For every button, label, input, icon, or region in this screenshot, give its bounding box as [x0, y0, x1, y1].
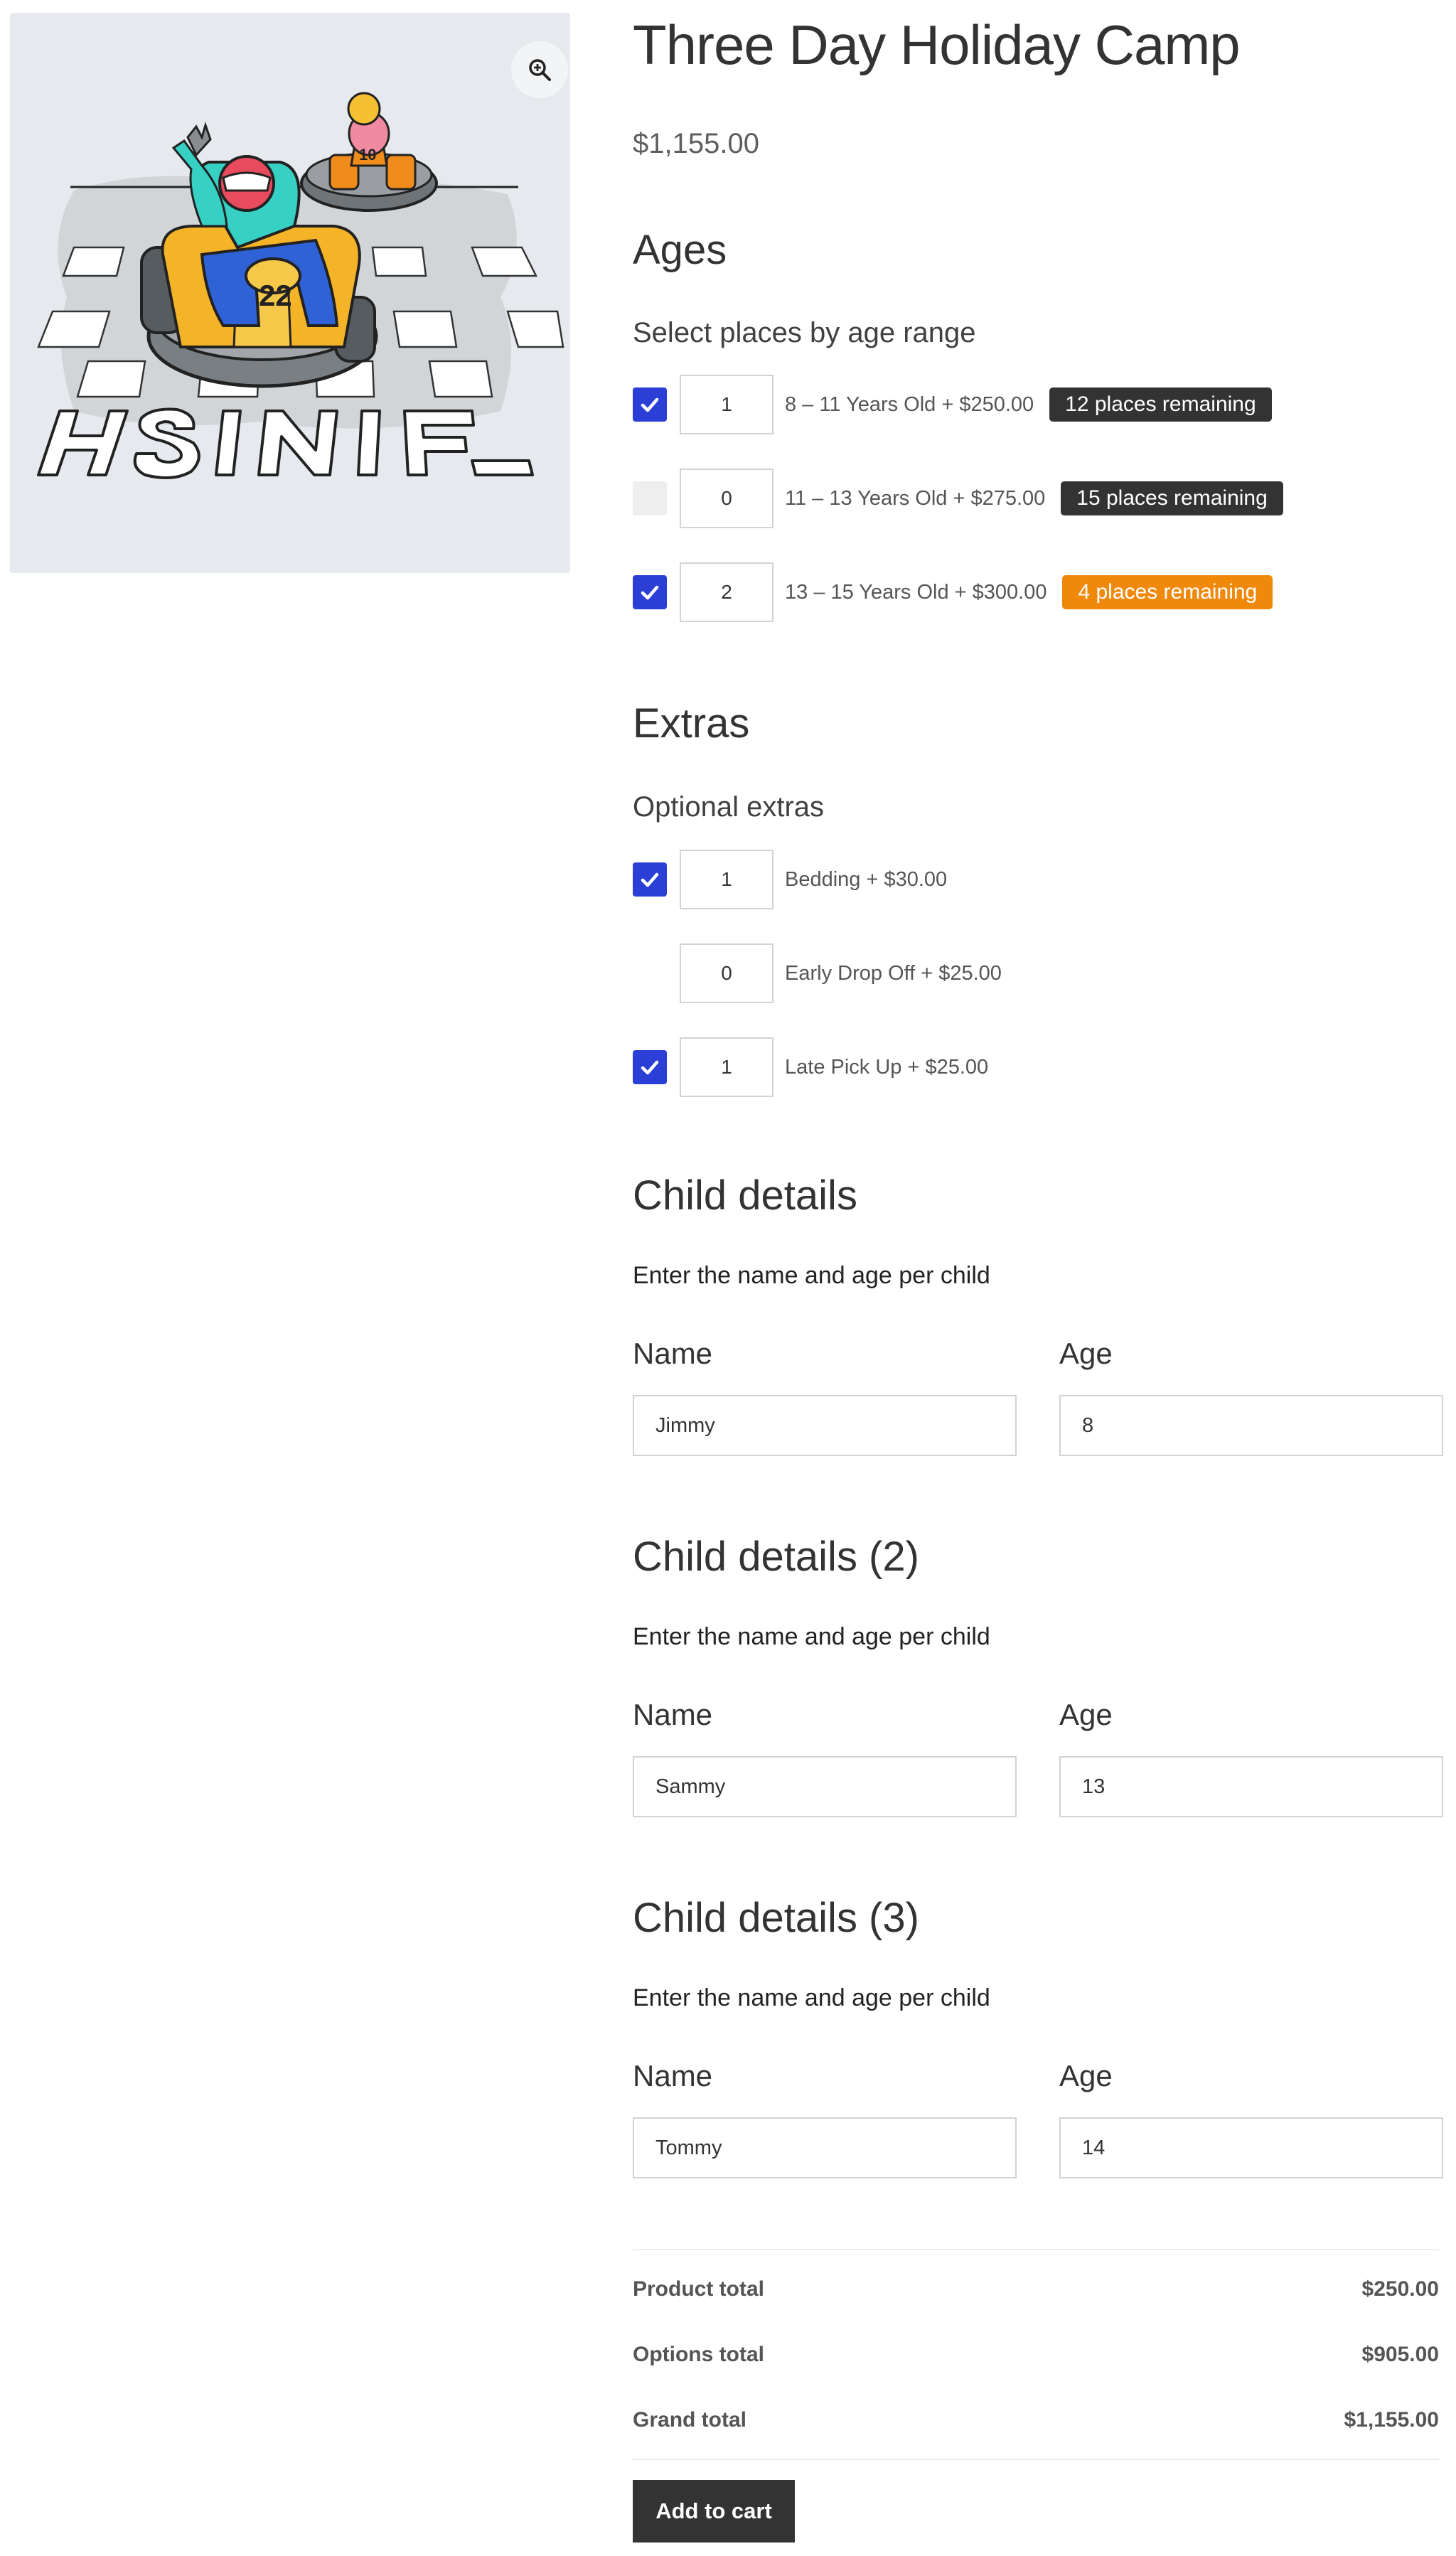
name-label: Name [633, 2059, 713, 2092]
places-remaining-badge: 12 places remaining [1049, 387, 1272, 422]
grand-total-label: Grand total [633, 2408, 747, 2432]
extras-heading: Extras [633, 700, 750, 747]
age-option-row: 8 – 11 Years Old + $250.00 12 places rem… [633, 375, 1272, 434]
checkmark-icon [641, 585, 659, 600]
grand-total-row: Grand total $1,155.00 [633, 2399, 1439, 2442]
places-remaining-badge: 4 places remaining [1062, 575, 1273, 609]
name-label: Name [633, 1337, 713, 1370]
age-label: Age [1059, 1698, 1113, 1731]
product-total-row: Product total $250.00 [633, 2268, 1439, 2311]
child-details-heading: Child details (2) [633, 1534, 919, 1580]
child-name-input[interactable] [633, 2117, 1017, 2178]
extra-option-checkbox[interactable] [633, 1050, 667, 1084]
extra-option-label: Bedding + $30.00 [785, 867, 948, 891]
age-label: Age [1059, 1337, 1113, 1370]
checkmark-icon [641, 397, 659, 412]
child-name-input[interactable] [633, 1395, 1017, 1456]
extra-option-quantity[interactable] [680, 943, 774, 1003]
product-image[interactable]: 10 22 [10, 13, 570, 573]
age-option-quantity[interactable] [680, 375, 774, 434]
child-details-heading: Child details (3) [633, 1895, 919, 1941]
add-to-cart-button[interactable]: Add to cart [633, 2480, 795, 2542]
extra-option-quantity[interactable] [680, 850, 774, 909]
age-label: Age [1059, 2059, 1113, 2092]
child-name-input[interactable] [633, 1756, 1017, 1817]
extra-option-row: Early Drop Off + $25.00 [633, 943, 1002, 1003]
age-option-checkbox[interactable] [633, 387, 667, 422]
svg-text:10: 10 [359, 146, 376, 164]
extras-subheading: Optional extras [633, 791, 825, 823]
age-option-quantity[interactable] [680, 469, 774, 528]
extra-option-quantity[interactable] [680, 1037, 774, 1097]
options-total-label: Options total [633, 2343, 764, 2366]
age-option-checkbox[interactable] [633, 481, 667, 515]
age-option-quantity[interactable] [680, 562, 774, 622]
extra-option-checkbox[interactable] [633, 956, 667, 990]
child-age-input[interactable] [1059, 1395, 1443, 1456]
checkmark-icon [641, 1060, 659, 1075]
child-details-description: Enter the name and age per child [633, 1262, 990, 1289]
child-age-input[interactable] [1059, 1756, 1443, 1817]
totals-top-divider [633, 2249, 1439, 2250]
places-remaining-badge: 15 places remaining [1061, 481, 1283, 515]
age-option-label: 11 – 13 Years Old + $275.00 [785, 486, 1046, 510]
product-total-value: $250.00 [1361, 2277, 1439, 2301]
extra-option-checkbox[interactable] [633, 862, 667, 897]
extra-option-row: Bedding + $30.00 [633, 850, 947, 909]
name-label: Name [633, 1698, 713, 1731]
age-option-row: 11 – 13 Years Old + $275.00 15 places re… [633, 469, 1283, 528]
age-option-label: 13 – 15 Years Old + $300.00 [785, 580, 1047, 604]
child-age-input[interactable] [1059, 2117, 1443, 2178]
options-total-value: $905.00 [1361, 2343, 1439, 2366]
extra-option-label: Late Pick Up + $25.00 [785, 1055, 989, 1079]
age-option-row: 13 – 15 Years Old + $300.00 4 places rem… [633, 562, 1273, 622]
age-option-label: 8 – 11 Years Old + $250.00 [785, 392, 1034, 416]
product-total-label: Product total [633, 2277, 764, 2301]
checkmark-icon [641, 872, 659, 887]
totals-bottom-divider [633, 2459, 1439, 2460]
go-kart-illustration: 10 22 [37, 92, 564, 479]
options-total-row: Options total $905.00 [633, 2333, 1439, 2376]
ages-heading: Ages [633, 227, 727, 273]
ages-subheading: Select places by age range [633, 317, 976, 348]
zoom-button[interactable] [511, 41, 568, 98]
zoom-in-icon [529, 59, 551, 81]
child-details-heading: Child details [633, 1172, 857, 1219]
extra-option-label: Early Drop Off + $25.00 [785, 961, 1002, 985]
age-option-checkbox[interactable] [633, 575, 667, 609]
child-details-description: Enter the name and age per child [633, 1623, 990, 1650]
svg-text:22: 22 [259, 279, 292, 312]
grand-total-value: $1,155.00 [1344, 2408, 1439, 2432]
child-details-description: Enter the name and age per child [633, 1984, 990, 2011]
product-title: Three Day Holiday Camp [633, 14, 1241, 76]
product-price: $1,155.00 [633, 128, 759, 159]
extra-option-row: Late Pick Up + $25.00 [633, 1037, 988, 1097]
